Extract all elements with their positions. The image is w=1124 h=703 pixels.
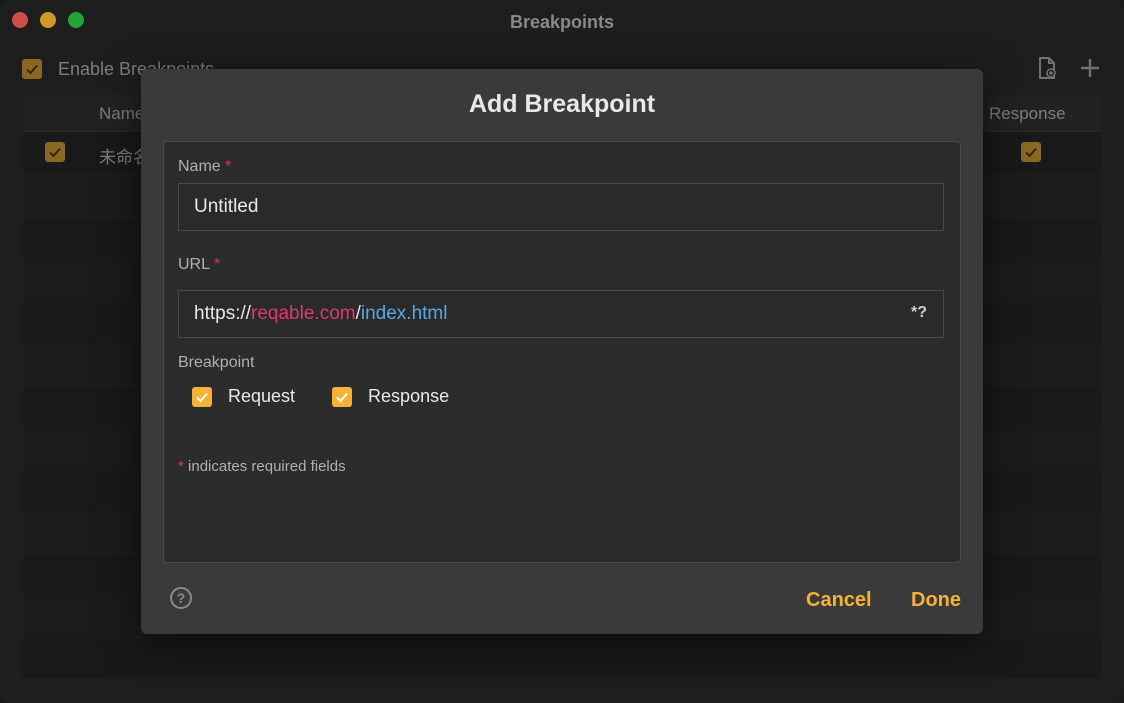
name-input-value: Untitled — [194, 196, 259, 217]
response-checkbox[interactable] — [332, 386, 353, 407]
breakpoint-options: Request Response — [192, 386, 486, 407]
done-button[interactable]: Done — [911, 589, 961, 612]
url-label-text: URL — [178, 256, 210, 273]
regex-toggle-button[interactable]: *? — [911, 304, 927, 322]
cancel-button[interactable]: Cancel — [806, 589, 872, 612]
request-checkbox[interactable] — [192, 386, 212, 407]
question-circle-icon[interactable]: ? — [170, 587, 192, 609]
required-note-text: indicates required fields — [188, 458, 346, 475]
url-scheme: https:// — [194, 303, 252, 324]
add-breakpoint-dialog: Add Breakpoint Name * Untitled URL * htt… — [141, 69, 983, 634]
dialog-title: Add Breakpoint — [468, 90, 656, 118]
name-field-label: Name * — [178, 158, 231, 176]
required-fields-note: * indicates required fields — [178, 458, 346, 475]
check-icon — [196, 392, 208, 402]
form-panel: Name * Untitled URL * https://reqable.co… — [163, 141, 961, 563]
url-path: index.html — [360, 303, 448, 324]
url-input[interactable]: https://reqable.com / index.html *? — [178, 290, 944, 338]
required-marker: * — [213, 256, 221, 273]
request-label: Request — [228, 386, 296, 406]
url-field-label: URL * — [178, 256, 220, 274]
required-marker: * — [178, 458, 184, 475]
request-option[interactable]: Request — [192, 386, 295, 407]
name-input[interactable]: Untitled — [178, 183, 944, 231]
required-marker: * — [225, 158, 232, 175]
check-icon — [336, 392, 348, 402]
url-host: reqable.com — [251, 303, 356, 324]
response-option[interactable]: Response — [332, 386, 449, 407]
name-label-text: Name — [178, 158, 221, 175]
breakpoints-window: Breakpoints Enable Breakpoints Name Resp… — [0, 0, 1124, 703]
breakpoint-section-label: Breakpoint — [178, 354, 255, 371]
response-label: Response — [368, 386, 450, 406]
